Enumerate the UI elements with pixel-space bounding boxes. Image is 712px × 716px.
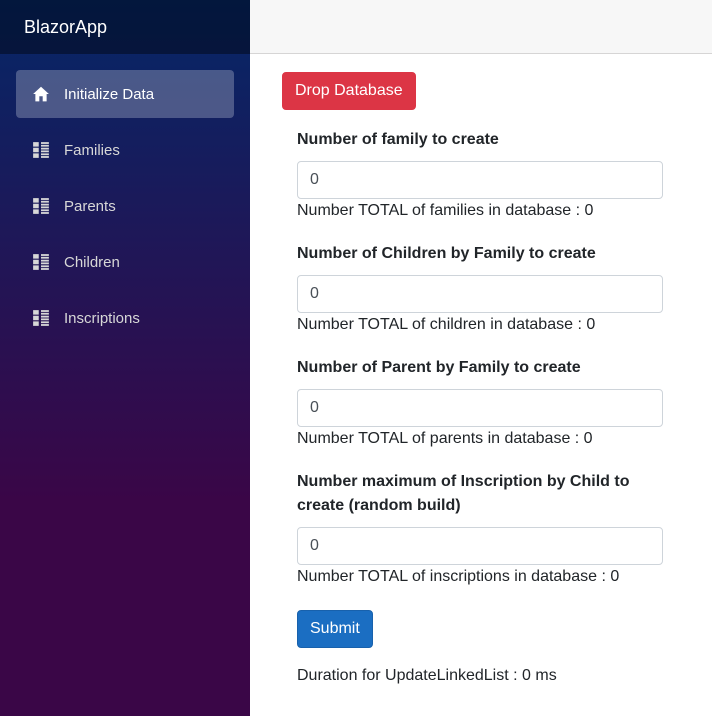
sidebar-item-label: Parents <box>64 197 116 215</box>
families-total-text: Number TOTAL of families in database : 0 <box>297 202 594 219</box>
inscriptions-total-text: Number TOTAL of inscriptions in database… <box>297 568 620 585</box>
sidebar-item-label: Families <box>64 141 120 159</box>
children-label: Number of Children by Family to create <box>297 245 596 262</box>
duration-text: Duration for UpdateLinkedList : 0 ms <box>297 667 557 684</box>
drop-database-button[interactable]: Drop Database <box>282 72 416 110</box>
main-content: Drop Database Number of family to create… <box>282 72 702 688</box>
sidebar-item-label: Inscriptions <box>64 309 140 327</box>
list-icon <box>32 253 50 271</box>
parents-count-input[interactable] <box>297 389 663 427</box>
form-group-inscriptions: Number maximum of Inscription by Child t… <box>297 470 663 589</box>
form-group-children: Number of Children by Family to create N… <box>297 242 663 337</box>
families-count-input[interactable] <box>297 161 663 199</box>
sidebar-item-label: Children <box>64 253 120 271</box>
form-group-families: Number of family to create Number TOTAL … <box>297 128 663 223</box>
list-icon <box>32 141 50 159</box>
nav-menu: Initialize Data Families Parents Childre… <box>0 54 250 342</box>
sidebar-item-families[interactable]: Families <box>16 126 234 174</box>
inscriptions-count-input[interactable] <box>297 527 663 565</box>
sidebar: BlazorApp Initialize Data Families Paren… <box>0 0 250 716</box>
sidebar-item-label: Initialize Data <box>64 85 155 103</box>
parents-total-text: Number TOTAL of parents in database : 0 <box>297 430 593 447</box>
list-icon <box>32 309 50 327</box>
children-count-input[interactable] <box>297 275 663 313</box>
top-bar <box>250 0 712 54</box>
sidebar-item-inscriptions[interactable]: Inscriptions <box>16 294 234 342</box>
list-icon <box>32 197 50 215</box>
init-form: Number of family to create Number TOTAL … <box>297 128 663 688</box>
home-icon <box>32 85 50 103</box>
submit-button[interactable]: Submit <box>297 610 373 648</box>
sidebar-item-children[interactable]: Children <box>16 238 234 286</box>
brand-title[interactable]: BlazorApp <box>0 0 250 54</box>
form-group-parents: Number of Parent by Family to create Num… <box>297 356 663 451</box>
inscriptions-label: Number maximum of Inscription by Child t… <box>297 473 630 514</box>
families-label: Number of family to create <box>297 131 499 148</box>
sidebar-item-initialize-data[interactable]: Initialize Data <box>16 70 234 118</box>
sidebar-item-parents[interactable]: Parents <box>16 182 234 230</box>
children-total-text: Number TOTAL of children in database : 0 <box>297 316 596 333</box>
parents-label: Number of Parent by Family to create <box>297 359 581 376</box>
